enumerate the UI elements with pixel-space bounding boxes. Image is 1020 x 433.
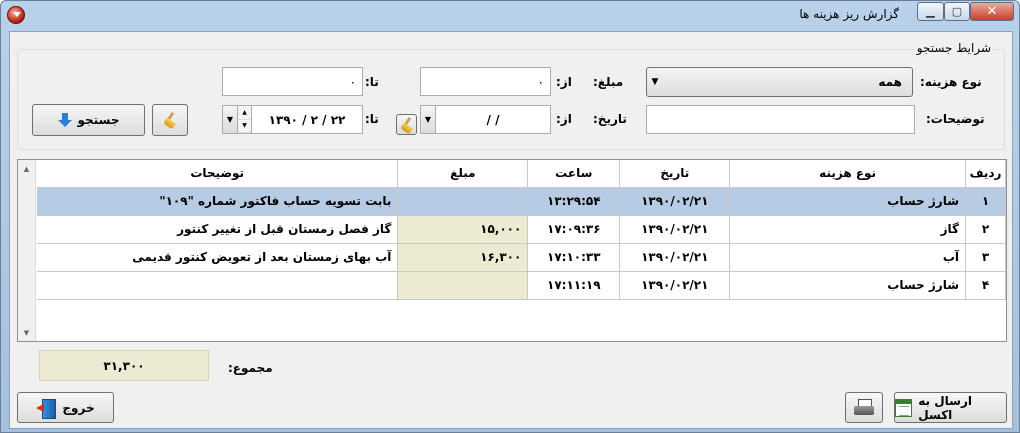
date-to-label: تا: — [365, 112, 379, 126]
broom-icon — [162, 112, 178, 128]
cell-description — [37, 271, 399, 300]
spin-down-icon[interactable]: ▼ — [238, 119, 251, 133]
cell-date: ۱۳۹۰/۰۲/۲۱ — [619, 215, 731, 244]
scroll-down-icon[interactable]: ▼ — [18, 324, 35, 341]
cell-amount — [397, 187, 529, 216]
cell-time: ۱۷:۰۹:۳۶ — [527, 215, 621, 244]
total-value: ۳۱,۳۰۰ — [39, 350, 209, 381]
cell-time: ۱۷:۱۰:۳۳ — [527, 243, 621, 272]
amount-to-input[interactable]: ۰ — [222, 67, 363, 96]
spin-up-icon[interactable]: ▲ — [238, 106, 251, 120]
cell-index: ۴ — [965, 271, 1006, 300]
total-label: مجموع: — [228, 361, 273, 375]
cell-time: ۱۷:۱۱:۱۹ — [527, 271, 621, 300]
cell-date: ۱۳۹۰/۰۲/۲۱ — [619, 271, 731, 300]
cell-type: آب — [729, 243, 967, 272]
table-header-row: ردیف نوع هزینه تاریخ ساعت مبلغ توضیحات — [37, 160, 1006, 188]
cell-amount: ۱۶,۳۰۰ — [397, 243, 529, 272]
expense-type-label: نوع هزینه: — [920, 75, 982, 89]
search-group-title: شرایط جستجو — [913, 41, 994, 55]
window-title: گزارش ریز هزینه ها — [799, 7, 899, 21]
expense-type-combo[interactable]: ▼ همه — [646, 67, 913, 97]
date-to-value[interactable]: ۱۳۹۰ / ۲ / ۲۲ — [252, 113, 362, 127]
excel-icon — [895, 398, 913, 417]
search-button-label: جستجو — [77, 113, 120, 127]
cell-description: گاز فصل زمستان قبل از تغییر کنتور — [37, 215, 399, 244]
vertical-scrollbar[interactable]: ▲ ▼ — [18, 160, 36, 341]
date-spinner[interactable]: ▲ ▼ — [238, 106, 252, 133]
cell-type: گاز — [729, 215, 967, 244]
date-label: تاریخ: — [593, 112, 627, 126]
col-header-type[interactable]: نوع هزینه — [729, 160, 967, 188]
cell-amount: ۱۵,۰۰۰ — [397, 215, 529, 244]
table-row[interactable]: ۴ شارژ حساب ۱۳۹۰/۰۲/۲۱ ۱۷:۱۱:۱۹ — [37, 271, 1006, 300]
export-excel-button[interactable]: ارسال به اکسل — [894, 392, 1007, 423]
exit-icon — [36, 398, 57, 419]
table-row[interactable]: ۲ گاز ۱۳۹۰/۰۲/۲۱ ۱۷:۰۹:۳۶ ۱۵,۰۰۰ گاز فصل… — [37, 215, 1006, 244]
exit-button-label: خروج — [62, 400, 95, 415]
cell-date: ۱۳۹۰/۰۲/۲۱ — [619, 243, 731, 272]
minimize-button[interactable]: ▁ — [917, 2, 944, 21]
amount-to-label: تا: — [365, 75, 379, 89]
clear-date-button[interactable] — [396, 114, 417, 135]
cell-time: ۱۳:۲۹:۵۴ — [527, 187, 621, 216]
col-header-time[interactable]: ساعت — [527, 160, 621, 188]
amount-label: مبلغ: — [593, 75, 624, 89]
description-label: توضیحات: — [926, 112, 985, 126]
table-row[interactable]: ۱ شارژ حساب ۱۳۹۰/۰۲/۲۱ ۱۳:۲۹:۵۴ بابت تسو… — [37, 187, 1006, 216]
results-grid[interactable]: ▲ ▼ ردیف نوع هزینه تاریخ ساعت مبلغ توضیح… — [17, 159, 1007, 342]
chevron-down-icon[interactable]: ▼ — [223, 106, 238, 133]
cell-amount — [397, 271, 529, 300]
search-button[interactable]: جستجو — [32, 104, 145, 136]
amount-from-input[interactable]: ۰ — [420, 67, 551, 96]
col-header-description[interactable]: توضیحات — [37, 160, 399, 188]
cell-index: ۱ — [965, 187, 1006, 216]
print-button[interactable] — [845, 392, 883, 423]
col-header-amount[interactable]: مبلغ — [397, 160, 529, 188]
cell-type: شارژ حساب — [729, 187, 967, 216]
title-bar[interactable]: گزارش ریز هزینه ها ▁ ▢ ✕ — [1, 1, 1019, 29]
client-area: شرایط جستجو نوع هزینه: ▼ همه مبلغ: از: ۰… — [9, 31, 1013, 429]
printer-icon — [854, 398, 874, 417]
chevron-down-icon[interactable]: ▼ — [421, 106, 436, 133]
expense-type-value: همه — [878, 75, 902, 89]
down-arrow-icon — [57, 113, 72, 127]
exit-button[interactable]: خروج — [17, 392, 114, 423]
cell-index: ۳ — [965, 243, 1006, 272]
scroll-up-icon[interactable]: ▲ — [18, 160, 35, 177]
date-from-label: از: — [556, 112, 572, 126]
cell-date: ۱۳۹۰/۰۲/۲۱ — [619, 187, 731, 216]
cell-description: بابت تسویه حساب فاکتور شماره "۱۰۹" — [37, 187, 399, 216]
cell-index: ۲ — [965, 215, 1006, 244]
description-input[interactable] — [646, 105, 915, 134]
table-row[interactable]: ۳ آب ۱۳۹۰/۰۲/۲۱ ۱۷:۱۰:۳۳ ۱۶,۳۰۰ آب بهای … — [37, 243, 1006, 272]
broom-icon — [399, 117, 415, 133]
amount-from-label: از: — [556, 75, 572, 89]
results-table: ردیف نوع هزینه تاریخ ساعت مبلغ توضیحات ۱… — [37, 160, 1006, 300]
date-to-picker[interactable]: ▼ ▲ ▼ ۱۳۹۰ / ۲ / ۲۲ — [222, 105, 363, 134]
date-from-picker[interactable]: ▼ / / — [420, 105, 551, 134]
window: گزارش ریز هزینه ها ▁ ▢ ✕ شرایط جستجو نوع… — [0, 0, 1020, 433]
maximize-button[interactable]: ▢ — [944, 2, 970, 21]
chevron-down-icon: ▼ — [651, 77, 659, 87]
close-button[interactable]: ✕ — [970, 2, 1014, 21]
date-from-value[interactable]: / / — [436, 113, 550, 127]
cell-description: آب بهای زمستان بعد از تعویض کنتور قدیمی — [37, 243, 399, 272]
export-excel-label: ارسال به اکسل — [918, 393, 972, 422]
col-header-date[interactable]: تاریخ — [619, 160, 731, 188]
cell-type: شارژ حساب — [729, 271, 967, 300]
col-header-index[interactable]: ردیف — [965, 160, 1006, 188]
clear-button[interactable] — [152, 104, 188, 136]
app-icon[interactable] — [7, 6, 25, 24]
